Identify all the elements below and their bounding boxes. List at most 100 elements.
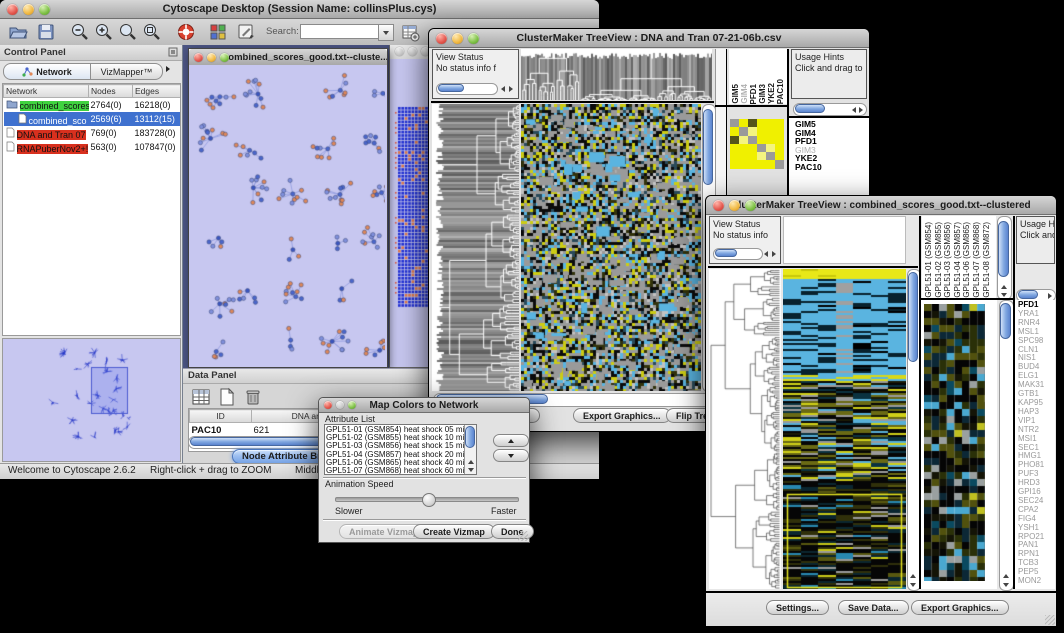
matrix-cell[interactable]: [766, 127, 775, 135]
matrix-cell[interactable]: [748, 144, 757, 152]
delete-attribute-icon[interactable]: [243, 387, 263, 407]
minimize-button[interactable]: [23, 4, 34, 15]
matrix-cell[interactable]: [766, 119, 775, 127]
network-name-cell[interactable]: combined_sco: [4, 112, 89, 126]
minimize-button[interactable]: [207, 53, 216, 62]
scrollbar-thumb[interactable]: [908, 272, 918, 362]
network-name-cell[interactable]: DNA and Tran 07: [4, 126, 89, 140]
tab-vizmapper[interactable]: VizMapper™: [91, 63, 163, 80]
zoom-window-button[interactable]: [220, 53, 229, 62]
move-up-button[interactable]: [493, 434, 529, 447]
help-lifering-icon[interactable]: [176, 22, 196, 42]
matrix-cell[interactable]: [766, 136, 775, 144]
treeview2-settings-button[interactable]: Settings...: [766, 600, 829, 615]
matrix-cell[interactable]: [730, 152, 739, 160]
matrix-cell[interactable]: [775, 144, 784, 152]
matrix-cell[interactable]: [730, 160, 739, 168]
network-name-cell[interactable]: combined_scores_: [4, 98, 89, 113]
matrix-cell[interactable]: [739, 152, 748, 160]
zoom-vscrollbar[interactable]: [999, 300, 1014, 591]
treeview2-save-data-button[interactable]: Save Data...: [838, 600, 909, 615]
matrix-cell[interactable]: [775, 119, 784, 127]
usage-scrollbar[interactable]: [793, 103, 867, 116]
new-attribute-icon[interactable]: [217, 387, 237, 407]
save-icon[interactable]: [36, 22, 56, 42]
treeview1-title-bar[interactable]: ClusterMaker TreeView : DNA and Tran 07-…: [429, 29, 869, 48]
gene-label[interactable]: MON2: [1018, 577, 1054, 586]
heatmap-canvas[interactable]: [783, 269, 906, 589]
gene-label-list[interactable]: GIM5GIM4PFD1GIM3YKE2PAC10: [795, 120, 865, 172]
matrix-cell[interactable]: [757, 119, 766, 127]
open-folder-icon[interactable]: [8, 22, 28, 42]
table-row[interactable]: DNA and Tran 07769(0)183728(0): [4, 126, 181, 140]
row-dendrogram[interactable]: [709, 269, 781, 589]
move-down-button[interactable]: [493, 449, 529, 462]
zoom-window-button[interactable]: [745, 200, 756, 211]
matrix-cell[interactable]: [775, 136, 784, 144]
matrix-cell[interactable]: [748, 127, 757, 135]
search-dropdown-button[interactable]: [378, 24, 394, 41]
resize-grip[interactable]: [518, 531, 528, 541]
attribute-list[interactable]: GPL51-01 (GSM854) heat shock 05 minGPL51…: [326, 426, 464, 475]
search-input[interactable]: [300, 24, 380, 39]
zoom-out-icon[interactable]: [70, 22, 90, 42]
table-row[interactable]: combined_sco2569(6)13112(15): [4, 112, 181, 126]
treeview2-export-graphics-button[interactable]: Export Graphics...: [911, 600, 1009, 615]
network-name-cell[interactable]: RNAPuberNov2+!: [4, 140, 89, 154]
zoom-window-button[interactable]: [468, 33, 479, 44]
attribute-list-item[interactable]: GPL51-07 (GSM868) heat shock 60 min: [326, 467, 464, 475]
minimize-button[interactable]: [408, 47, 417, 56]
matrix-cell[interactable]: [757, 136, 766, 144]
attribute-table-icon[interactable]: [400, 22, 420, 42]
tab-overflow-button[interactable]: [166, 66, 170, 72]
close-button[interactable]: [194, 53, 203, 62]
matrix-cell[interactable]: [730, 119, 739, 127]
view-status-scrollbar[interactable]: [713, 248, 763, 260]
label-vscrollbar[interactable]: [997, 216, 1012, 300]
correlation-matrix[interactable]: [730, 119, 784, 169]
table-row[interactable]: RNAPuberNov2+!563(0)107847(0): [4, 140, 181, 154]
matrix-cell[interactable]: [757, 160, 766, 168]
scrollbar-thumb[interactable]: [703, 109, 713, 185]
resize-grip[interactable]: [1045, 615, 1055, 625]
close-button[interactable]: [324, 401, 332, 409]
main-title-bar[interactable]: Cytoscape Desktop (Session Name: collins…: [0, 0, 599, 19]
network-view-canvas[interactable]: [189, 65, 385, 365]
matrix-cell[interactable]: [730, 127, 739, 135]
network-table-column[interactable]: Nodes: [89, 85, 133, 98]
table-mode-icon[interactable]: [191, 387, 211, 407]
minimize-button[interactable]: [452, 33, 463, 44]
matrix-cell[interactable]: [739, 160, 748, 168]
zoom-in-icon[interactable]: [94, 22, 114, 42]
animation-speed-slider[interactable]: [335, 497, 519, 502]
matrix-cell[interactable]: [748, 160, 757, 168]
attribute-list-vscrollbar[interactable]: [464, 425, 476, 474]
minimize-button[interactable]: [336, 401, 344, 409]
zoom-selected-icon[interactable]: [118, 22, 138, 42]
birdseye-canvas[interactable]: [3, 339, 180, 461]
zoom-window-button[interactable]: [39, 4, 50, 15]
vizmapper-icon[interactable]: [208, 22, 228, 42]
matrix-cell[interactable]: [775, 160, 784, 168]
tab-network[interactable]: Network: [3, 63, 91, 80]
annotation-icon[interactable]: [236, 22, 256, 42]
network-table-column[interactable]: Edges: [133, 85, 181, 98]
close-button[interactable]: [436, 33, 447, 44]
gene-label[interactable]: PAC10: [795, 163, 865, 172]
slider-thumb[interactable]: [422, 493, 436, 507]
gene-label-list[interactable]: PFD1YRA1RNR4MSL1SPC98CLN1NIS1BUD4ELG1MAK…: [1018, 301, 1054, 586]
matrix-cell[interactable]: [766, 160, 775, 168]
matrix-cell[interactable]: [757, 144, 766, 152]
close-button[interactable]: [395, 47, 404, 56]
row-dendrogram[interactable]: [432, 104, 519, 391]
dialog-create-vizmap-button[interactable]: Create Vizmap: [413, 524, 495, 539]
table-row[interactable]: combined_scores_2764(0)16218(0): [4, 98, 181, 113]
matrix-cell[interactable]: [757, 152, 766, 160]
view-status-scrollbar[interactable]: [436, 83, 498, 95]
close-button[interactable]: [713, 200, 724, 211]
matrix-cell[interactable]: [757, 127, 766, 135]
zoom-fit-icon[interactable]: [142, 22, 162, 42]
matrix-cell[interactable]: [748, 119, 757, 127]
matrix-cell[interactable]: [730, 144, 739, 152]
matrix-cell[interactable]: [748, 136, 757, 144]
